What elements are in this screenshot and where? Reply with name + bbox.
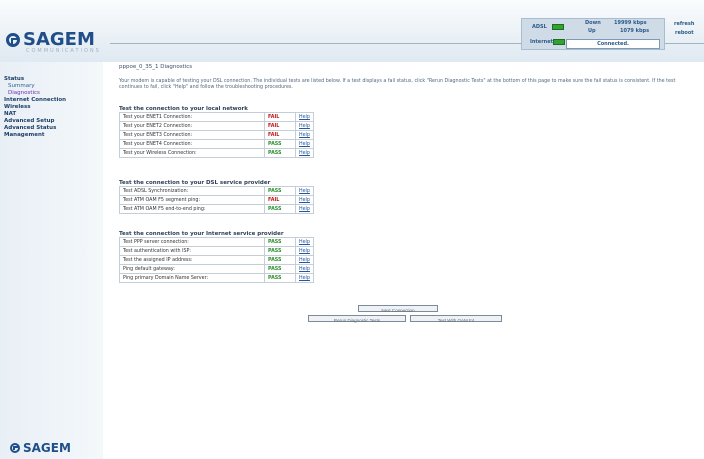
main-content: pppoe_0_35_1 Diagnostics Your modem is c… — [103, 62, 704, 459]
test-status: PASS — [264, 237, 296, 247]
sagem-logo-icon — [6, 32, 20, 47]
table-row: Test PPP server connection: PASS Help — [119, 237, 314, 247]
test-status: PASS — [264, 273, 296, 283]
test-name: Test your ENET3 Connection: — [119, 130, 265, 140]
test-name: Test your ENET2 Connection: — [119, 121, 265, 131]
sidebar: Status Summary Diagnostics Internet Conn… — [0, 62, 103, 459]
up-rate: 1079 kbps — [620, 28, 650, 34]
intro-text: Your modem is capable of testing your DS… — [119, 79, 676, 90]
sidebar-item-status[interactable]: Status — [4, 76, 100, 83]
sidebar-item-advanced-setup[interactable]: Advanced Setup — [4, 118, 100, 125]
help-link[interactable]: Help — [295, 121, 314, 131]
page-title: pppoe_0_35_1 Diagnostics — [119, 64, 193, 70]
sagem-logo: SAGEM — [6, 29, 95, 50]
help-link[interactable]: Help — [295, 195, 314, 205]
down-label: Down — [585, 20, 601, 26]
next-connection-button[interactable]: Next Connection — [358, 305, 438, 313]
help-link[interactable]: Help — [295, 237, 314, 247]
sidebar-item-summary[interactable]: Summary — [4, 83, 100, 90]
table-row: Test the assigned IP address: PASS Help — [119, 255, 314, 265]
test-name: Test your ENET1 Connection: — [119, 112, 265, 122]
test-status: FAIL — [264, 195, 296, 205]
internet-led-icon — [553, 39, 565, 45]
sidebar-item-advanced-status[interactable]: Advanced Status — [4, 125, 100, 132]
header: SAGEM COMMUNICATIONS ADSL Down 19999 kbp… — [0, 0, 704, 62]
test-with-oam-f4-button[interactable]: Test With OAM F4 — [410, 315, 502, 323]
test-name: Test your ENET4 Connection: — [119, 139, 265, 149]
help-link[interactable]: Help — [295, 186, 314, 196]
test-status: PASS — [264, 148, 296, 158]
test-name: Test ATM OAM F5 end-to-end ping: — [119, 204, 265, 214]
sidebar-item-internet-connection[interactable]: Internet Connection — [4, 97, 100, 104]
test-name: Ping primary Domain Name Server: — [119, 273, 265, 283]
test-status: FAIL — [264, 121, 296, 131]
test-name: Test the assigned IP address: — [119, 255, 265, 265]
refresh-link[interactable]: refresh — [674, 21, 694, 27]
rerun-diagnostic-tests-button[interactable]: Rerun Diagnostic Tests — [308, 315, 406, 323]
test-status: PASS — [264, 246, 296, 256]
sagem-footer-logo: SAGEM — [10, 441, 71, 455]
table-row: Test your ENET3 Connection: FAIL Help — [119, 130, 314, 140]
connection-status-panel: ADSL Down 19999 kbps Up 1079 kbps Intern… — [521, 18, 665, 50]
test-name: Test PPP server connection: — [119, 237, 265, 247]
down-rate: 19999 kbps — [614, 20, 647, 26]
help-link[interactable]: Help — [295, 148, 314, 158]
table-row: Ping default gateway: PASS Help — [119, 264, 314, 274]
help-link[interactable]: Help — [295, 246, 314, 256]
adsl-label: ADSL — [532, 24, 547, 30]
connection-status-text: Connected. — [566, 39, 660, 49]
table-row: Ping primary Domain Name Server: PASS Help — [119, 273, 314, 283]
table-row: Test your Wireless Connection: PASS Help — [119, 148, 314, 158]
help-link[interactable]: Help — [295, 273, 314, 283]
test-status: FAIL — [264, 130, 296, 140]
sagem-logo-text: SAGEM — [23, 29, 95, 50]
table-row: Test your ENET4 Connection: PASS Help — [119, 139, 314, 149]
dsl-provider-tests: Test ADSL Synchronization: PASS Help Test … — [119, 186, 314, 214]
help-link[interactable]: Help — [295, 139, 314, 149]
sagem-footer-logo-text: SAGEM — [23, 441, 71, 455]
test-status: PASS — [264, 255, 296, 265]
table-row: Test your ENET2 Connection: FAIL Help — [119, 121, 314, 131]
help-link[interactable]: Help — [295, 204, 314, 214]
sidebar-item-nat[interactable]: NAT — [4, 111, 100, 118]
table-row: Test your ENET1 Connection: FAIL Help — [119, 112, 314, 122]
test-status: PASS — [264, 264, 296, 274]
sidebar-item-wireless[interactable]: Wireless — [4, 104, 100, 111]
test-name: Test ADSL Synchronization: — [119, 186, 265, 196]
test-name: Test ATM OAM F5 segment ping: — [119, 195, 265, 205]
test-status: PASS — [264, 186, 296, 196]
table-row: Test authentication with ISP: PASS Help — [119, 246, 314, 256]
test-name: Test your Wireless Connection: — [119, 148, 265, 158]
table-row: Test ATM OAM F5 end-to-end ping: PASS Help — [119, 204, 314, 214]
sagem-logo-subtitle: COMMUNICATIONS — [26, 48, 101, 54]
sidebar-item-diagnostics[interactable]: Diagnostics — [4, 90, 100, 97]
local-network-tests: Test your ENET1 Connection: FAIL Help Test… — [119, 112, 314, 158]
sidebar-nav: Status Summary Diagnostics Internet Conn… — [4, 76, 100, 139]
reboot-link[interactable]: reboot — [675, 30, 694, 36]
sidebar-item-management[interactable]: Management — [4, 132, 100, 139]
adsl-led-icon — [552, 24, 564, 30]
help-link[interactable]: Help — [295, 255, 314, 265]
table-row: Test ADSL Synchronization: PASS Help — [119, 186, 314, 196]
help-link[interactable]: Help — [295, 130, 314, 140]
sagem-footer-logo-icon — [10, 443, 20, 453]
help-link[interactable]: Help — [295, 112, 314, 122]
test-name: Ping default gateway: — [119, 264, 265, 274]
test-status: PASS — [264, 139, 296, 149]
help-link[interactable]: Help — [295, 264, 314, 274]
up-label: Up — [588, 28, 596, 34]
test-name: Test authentication with ISP: — [119, 246, 265, 256]
internet-provider-tests: Test PPP server connection: PASS Help Test… — [119, 237, 314, 283]
internet-label: Internet — [530, 39, 554, 45]
test-status: FAIL — [264, 112, 296, 122]
table-row: Test ATM OAM F5 segment ping: FAIL Help — [119, 195, 314, 205]
test-status: PASS — [264, 204, 296, 214]
